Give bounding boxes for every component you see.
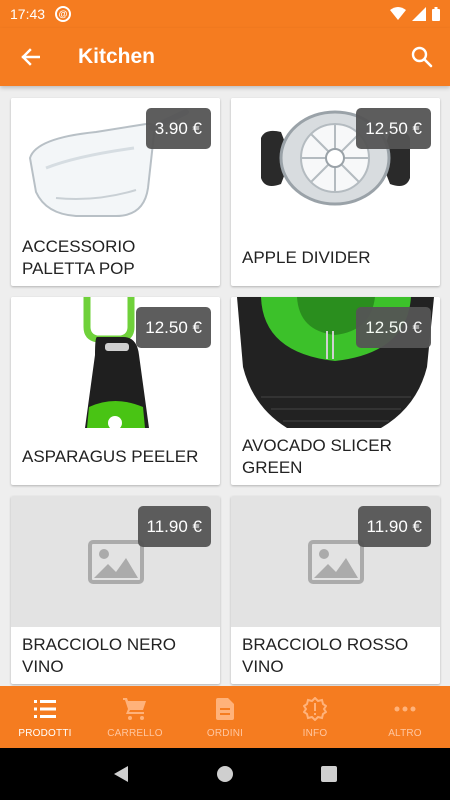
battery-icon: [432, 7, 440, 21]
product-image: 11.90 €: [231, 496, 440, 627]
product-name: ASPARAGUS PEELER: [22, 446, 199, 466]
product-card[interactable]: 12.50 € ASPARAGUS PEELER: [11, 297, 220, 485]
price-badge: 11.90 €: [137, 506, 211, 547]
circle-home-icon: [216, 766, 233, 782]
nav-info[interactable]: INFO: [270, 686, 360, 748]
product-image: 3.90 €: [11, 98, 220, 229]
product-card[interactable]: 11.90 € BRACCIOLO ROSSO VINO: [231, 496, 440, 684]
bottom-navigation: PRODOTTI CARRELLO ORDINI INFO ALTRO: [0, 686, 450, 748]
search-button[interactable]: [394, 28, 450, 86]
status-time: 17:43: [10, 6, 46, 22]
search-icon: [411, 46, 433, 68]
price-badge: 12.50 €: [356, 307, 431, 348]
image-placeholder-icon: [87, 539, 144, 584]
signal-icon: [412, 7, 426, 21]
product-image: 12.50 €: [231, 297, 440, 428]
price-badge: 3.90 €: [145, 108, 211, 149]
status-icons: [390, 7, 440, 21]
nav-carrello[interactable]: CARRELLO: [90, 686, 180, 748]
price-badge: 12.50 €: [136, 307, 211, 348]
nav-altro[interactable]: ALTRO: [360, 686, 450, 748]
product-name: AVOCADO SLICER GREEN: [242, 435, 392, 477]
document-icon: [216, 696, 234, 722]
price-badge: 12.50 €: [356, 108, 431, 149]
product-name: BRACCIOLO NERO VINO: [22, 634, 176, 676]
system-recents-button[interactable]: [320, 766, 337, 782]
list-icon: [34, 696, 56, 722]
alert-badge-icon: [303, 696, 327, 722]
system-home-button[interactable]: [216, 765, 234, 783]
system-navigation-bar: [0, 748, 450, 800]
page-title: Kitchen: [78, 45, 156, 68]
status-bar: 17:43 @: [0, 0, 450, 28]
nav-label: CARRELLO: [107, 727, 163, 739]
product-name: ACCESSORIO PALETTA POP: [22, 236, 136, 278]
notification-icon: @: [55, 6, 72, 22]
product-card[interactable]: 11.90 € BRACCIOLO NERO VINO: [11, 496, 220, 684]
nav-label: ORDINI: [206, 727, 244, 739]
product-card[interactable]: 12.50 € APPLE DIVIDER: [231, 98, 440, 286]
product-card[interactable]: 3.90 € ACCESSORIO PALETTA POP: [11, 98, 220, 286]
product-name: APPLE DIVIDER: [242, 247, 371, 267]
price-badge: 11.90 €: [357, 506, 431, 547]
nav-label: INFO: [302, 727, 328, 739]
arrow-left-icon: [21, 48, 40, 66]
product-grid: 3.90 € ACCESSORIO PALETTA POP 12.50 € AP: [0, 86, 450, 686]
system-back-button[interactable]: [113, 765, 129, 783]
app-bar: Kitchen: [0, 28, 450, 86]
cart-icon: [123, 696, 147, 722]
product-card[interactable]: 12.50 € AVOCADO SLICER GREEN: [231, 297, 440, 485]
product-image: 12.50 €: [231, 98, 440, 229]
square-recents-icon: [320, 766, 337, 782]
more-icon: [394, 696, 416, 722]
triangle-back-icon: [114, 766, 129, 782]
back-button[interactable]: [0, 28, 60, 86]
nav-label: ALTRO: [388, 727, 422, 739]
product-image: 12.50 €: [11, 297, 220, 428]
nav-label: PRODOTTI: [18, 727, 72, 739]
product-name: BRACCIOLO ROSSO VINO: [242, 634, 409, 676]
wifi-icon: [390, 7, 406, 20]
image-placeholder-icon: [307, 539, 364, 584]
nav-ordini[interactable]: ORDINI: [180, 686, 270, 748]
nav-prodotti[interactable]: PRODOTTI: [0, 686, 90, 748]
product-image: 11.90 €: [11, 496, 220, 627]
